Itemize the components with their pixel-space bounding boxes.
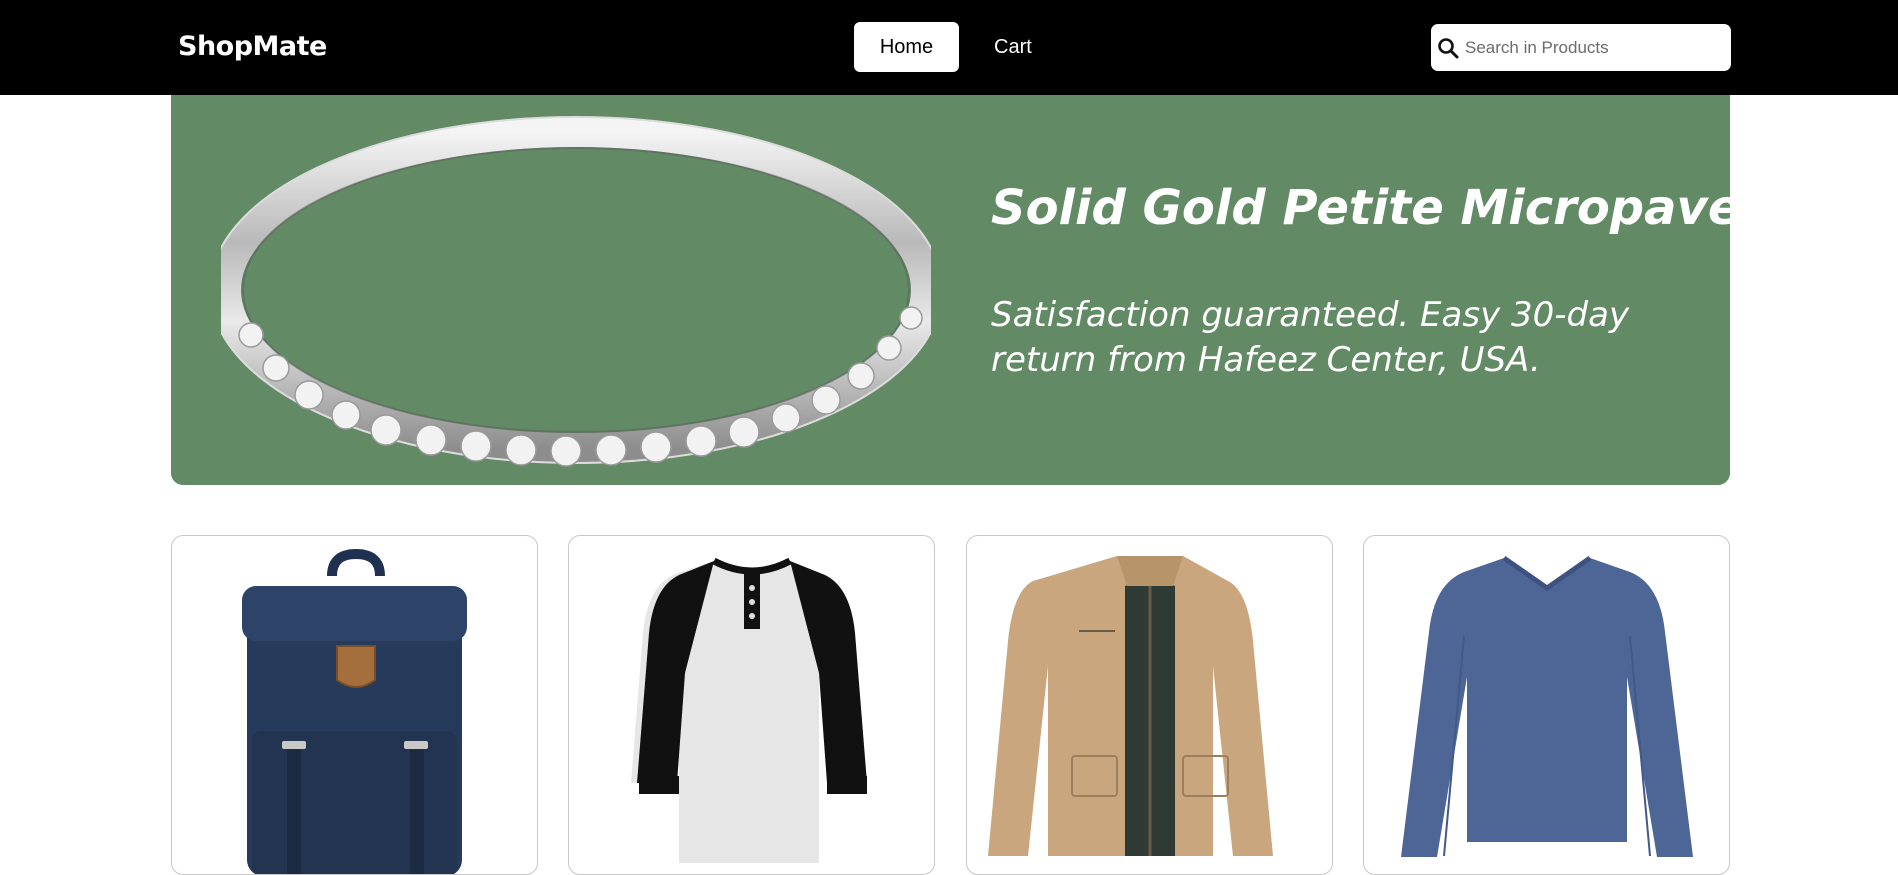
hero-banner[interactable]: Solid Gold Petite Micropave Satisfaction… — [171, 95, 1730, 485]
product-card[interactable] — [1363, 535, 1730, 875]
main-nav: Home Cart — [854, 22, 1057, 72]
hero-subtitle: Satisfaction guaranteed. Easy 30-day ret… — [991, 295, 1630, 380]
search-icon[interactable] — [1431, 24, 1465, 71]
search-box[interactable] — [1431, 24, 1731, 71]
ring-image — [221, 116, 931, 467]
jacket-image — [988, 556, 1273, 856]
nav-home-button[interactable]: Home — [854, 22, 959, 72]
product-card[interactable] — [966, 535, 1333, 875]
raglan-shirt-image — [631, 557, 867, 863]
search-input[interactable] — [1465, 27, 1720, 68]
nav-cart-button[interactable]: Cart — [969, 22, 1057, 72]
product-grid — [171, 535, 1731, 875]
long-sleeve-shirt-image — [1401, 555, 1693, 857]
hero-title: Solid Gold Petite Micropave — [991, 180, 1730, 236]
backpack-image — [242, 548, 467, 874]
top-navigation-bar: ShopMate Home Cart — [0, 0, 1898, 95]
brand-logo[interactable]: ShopMate — [178, 31, 327, 62]
product-card[interactable] — [568, 535, 935, 875]
product-card[interactable] — [171, 535, 538, 875]
